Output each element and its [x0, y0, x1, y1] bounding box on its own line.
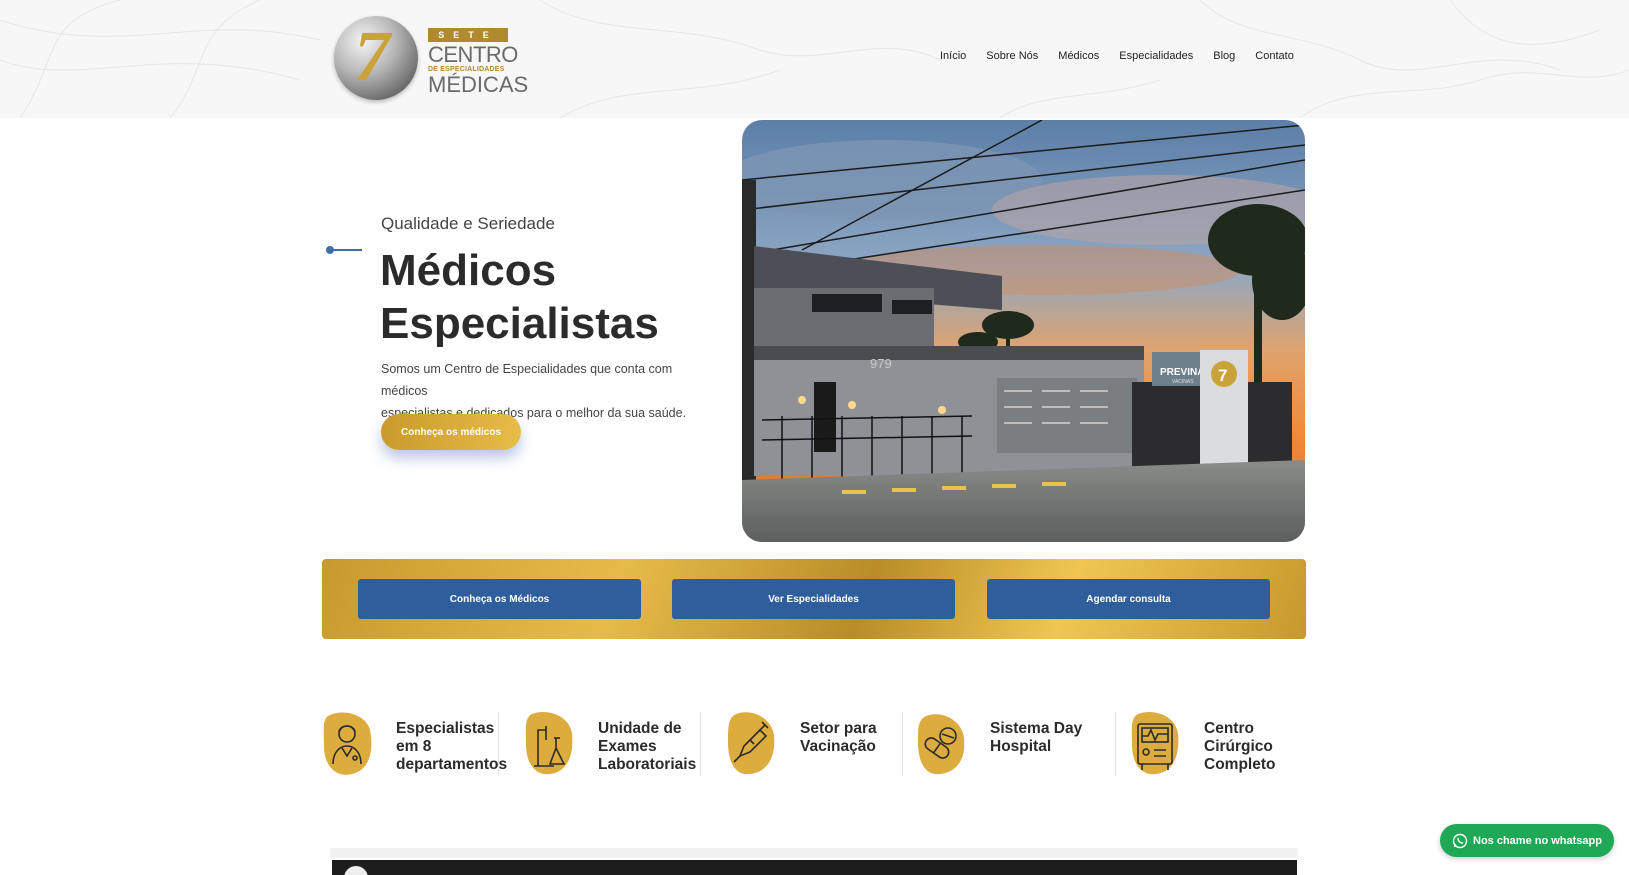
clinic-building-photo: 979 PREVINA VACINAS 7 — [742, 120, 1305, 542]
hero-accent-line — [330, 249, 362, 251]
nav-item-inicio[interactable]: Início — [940, 50, 966, 62]
doctor-icon — [323, 712, 372, 775]
meet-doctors-band-button[interactable]: Conheça os Médicos — [358, 579, 641, 619]
hero-title: Médicos Especialistas — [380, 244, 700, 350]
syringe-icon — [728, 712, 775, 775]
site-logo[interactable]: 7 SETE CENTRO DE ESPECIALIDADES MÉDICAS — [334, 14, 528, 104]
whatsapp-label: Nos chame no whatsapp — [1473, 834, 1602, 847]
logo-mark: 7 — [354, 16, 390, 96]
microscope-flask-icon — [525, 712, 573, 775]
feature-line: Hospital — [990, 738, 1052, 755]
sign-mark: 7 — [1218, 366, 1227, 385]
view-specialties-button[interactable]: Ver Especialidades — [672, 579, 955, 619]
feature-line: Completo — [1204, 756, 1276, 773]
logo-line-3: MÉDICAS — [428, 72, 529, 97]
nav-item-sobre-nos[interactable]: Sobre Nós — [986, 50, 1038, 62]
feature-divider — [1115, 712, 1116, 776]
feature-line: Cirúrgico — [1204, 738, 1273, 755]
logo-top-word: SETE — [428, 28, 508, 42]
feature-divider — [700, 712, 701, 776]
schedule-appointment-button[interactable]: Agendar consulta — [987, 579, 1270, 619]
video-section-shadow — [330, 848, 1298, 858]
hero-title-line-2: Especialistas — [380, 299, 659, 348]
sign-brand: PREVINA — [1160, 367, 1204, 378]
meet-doctors-button[interactable]: Conheça os médicos — [381, 414, 521, 450]
site-header: 7 SETE CENTRO DE ESPECIALIDADES MÉDICAS … — [0, 0, 1629, 118]
hero-description-line-1: Somos um Centro de Especialidades que co… — [381, 362, 673, 398]
feature-text: Sistema Day Hospital — [990, 720, 1110, 756]
medical-monitor-icon — [1131, 712, 1179, 775]
sign-sub: VACINAS — [1172, 379, 1194, 385]
whatsapp-icon — [1452, 833, 1468, 848]
building-number: 979 — [870, 356, 892, 371]
nav-item-contato[interactable]: Contato — [1255, 50, 1294, 62]
hero-subtitle: Qualidade e Seriedade — [381, 214, 555, 233]
feature-text: Centro Cirúrgico Completo — [1204, 720, 1324, 774]
whatsapp-button[interactable]: Nos chame no whatsapp — [1440, 824, 1614, 857]
channel-avatar — [344, 866, 368, 875]
feature-divider — [902, 712, 903, 776]
feature-line: Sistema Day — [990, 720, 1083, 737]
hero-title-line-1: Médicos — [380, 246, 557, 295]
nav-item-blog[interactable]: Blog — [1213, 50, 1235, 62]
main-nav: Início Sobre Nós Médicos Especialidades … — [940, 50, 1314, 62]
feature-line: Centro — [1204, 720, 1254, 737]
logo-line-1: CENTRO — [428, 42, 518, 67]
quick-actions-band: Conheça os Médicos Ver Especialidades Ag… — [322, 559, 1306, 639]
nav-item-especialidades[interactable]: Especialidades — [1119, 50, 1193, 62]
topographic-background — [0, 0, 1629, 118]
pills-icon — [918, 714, 965, 775]
video-embed[interactable] — [332, 860, 1297, 875]
feature-divider — [498, 712, 499, 776]
nav-item-medicos[interactable]: Médicos — [1058, 50, 1099, 62]
